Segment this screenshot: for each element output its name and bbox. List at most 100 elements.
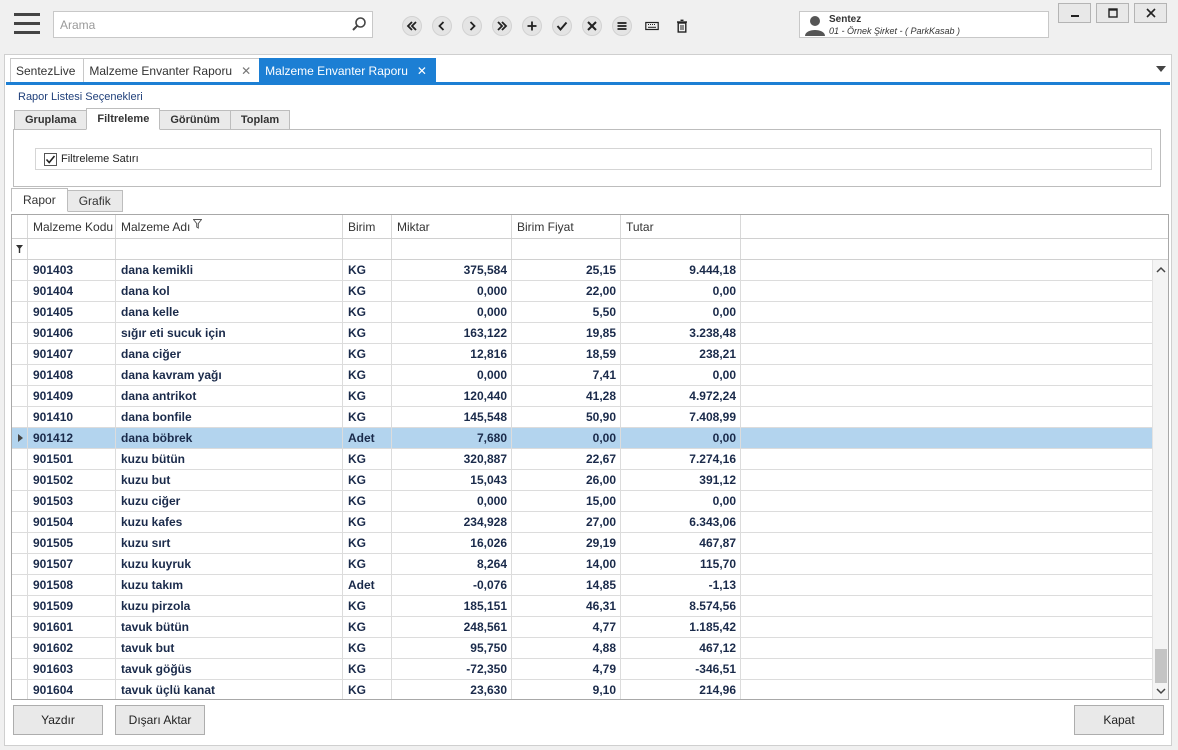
- cell-miktar[interactable]: 234,928: [392, 512, 512, 532]
- cell-birim[interactable]: KG: [343, 260, 392, 280]
- column-header-birim[interactable]: Birim: [343, 215, 392, 238]
- tab-sentezlive[interactable]: SentezLive: [10, 58, 85, 82]
- maximize-button[interactable]: [1096, 3, 1129, 23]
- cell-malzeme-adi[interactable]: sığır eti sucuk için: [116, 323, 343, 343]
- cell-tutar[interactable]: 0,00: [621, 428, 741, 448]
- cell-malzeme-adi[interactable]: dana kol: [116, 281, 343, 301]
- scroll-down-icon[interactable]: [1153, 683, 1168, 699]
- table-row[interactable]: 901412 dana böbrek Adet 7,680 0,00 0,00: [12, 428, 1152, 449]
- cell-birim[interactable]: KG: [343, 554, 392, 574]
- cell-malzeme-kodu[interactable]: 901404: [28, 281, 116, 301]
- cell-malzeme-kodu[interactable]: 901408: [28, 365, 116, 385]
- cell-miktar[interactable]: 248,561: [392, 617, 512, 637]
- row-indicator[interactable]: [12, 680, 28, 699]
- cell-birim-fiyat[interactable]: 15,00: [512, 491, 621, 511]
- filter-cell-birim[interactable]: [343, 239, 392, 259]
- check-icon[interactable]: [552, 16, 572, 36]
- cell-miktar[interactable]: 120,440: [392, 386, 512, 406]
- list-icon[interactable]: [612, 16, 632, 36]
- column-header-malzeme-adi[interactable]: Malzeme Adı: [116, 215, 343, 238]
- cell-malzeme-kodu[interactable]: 901403: [28, 260, 116, 280]
- cell-miktar[interactable]: 23,630: [392, 680, 512, 699]
- tab-gorunum[interactable]: Görünüm: [159, 110, 231, 130]
- table-row[interactable]: 901603 tavuk göğüs KG -72,350 4,79 -346,51: [12, 659, 1152, 680]
- cell-tutar[interactable]: 0,00: [621, 302, 741, 322]
- cell-malzeme-kodu[interactable]: 901503: [28, 491, 116, 511]
- close-icon[interactable]: ✕: [241, 64, 251, 78]
- cell-malzeme-kodu[interactable]: 901406: [28, 323, 116, 343]
- column-header-miktar[interactable]: Miktar: [392, 215, 512, 238]
- row-indicator[interactable]: [12, 407, 28, 427]
- cell-malzeme-adi[interactable]: dana kemikli: [116, 260, 343, 280]
- row-indicator[interactable]: [12, 344, 28, 364]
- cell-birim-fiyat[interactable]: 9,10: [512, 680, 621, 699]
- cell-miktar[interactable]: 0,000: [392, 281, 512, 301]
- row-indicator[interactable]: [12, 617, 28, 637]
- table-row[interactable]: 901406 sığır eti sucuk için KG 163,122 19,85…: [12, 323, 1152, 344]
- cell-malzeme-kodu[interactable]: 901502: [28, 470, 116, 490]
- scroll-up-icon[interactable]: [1153, 261, 1168, 277]
- cell-birim[interactable]: KG: [343, 281, 392, 301]
- tabs-dropdown-icon[interactable]: [1156, 66, 1166, 72]
- cell-miktar[interactable]: 7,680: [392, 428, 512, 448]
- table-row[interactable]: 901507 kuzu kuyruk KG 8,264 14,00 115,70: [12, 554, 1152, 575]
- last-icon[interactable]: [492, 16, 512, 36]
- next-icon[interactable]: [462, 16, 482, 36]
- trash-icon[interactable]: [672, 16, 692, 36]
- cell-malzeme-kodu[interactable]: 901405: [28, 302, 116, 322]
- cell-birim-fiyat[interactable]: 41,28: [512, 386, 621, 406]
- cell-malzeme-kodu[interactable]: 901507: [28, 554, 116, 574]
- cell-miktar[interactable]: 8,264: [392, 554, 512, 574]
- cell-malzeme-kodu[interactable]: 901508: [28, 575, 116, 595]
- table-row[interactable]: 901403 dana kemikli KG 375,584 25,15 9.444,18: [12, 260, 1152, 281]
- cell-tutar[interactable]: -1,13: [621, 575, 741, 595]
- cell-birim[interactable]: Adet: [343, 575, 392, 595]
- cell-birim-fiyat[interactable]: 0,00: [512, 428, 621, 448]
- cell-malzeme-adi[interactable]: kuzu but: [116, 470, 343, 490]
- cell-malzeme-kodu[interactable]: 901601: [28, 617, 116, 637]
- row-indicator[interactable]: [12, 449, 28, 469]
- row-indicator[interactable]: [12, 554, 28, 574]
- row-indicator[interactable]: [12, 386, 28, 406]
- close-button[interactable]: Kapat: [1074, 705, 1164, 735]
- tab-malzeme-envanter-raporu-1[interactable]: Malzeme Envanter Raporu ✕: [83, 58, 261, 82]
- cell-malzeme-kodu[interactable]: 901509: [28, 596, 116, 616]
- filter-cell-tutar[interactable]: [621, 239, 741, 259]
- cell-malzeme-adi[interactable]: kuzu kafes: [116, 512, 343, 532]
- row-indicator[interactable]: [12, 596, 28, 616]
- table-row[interactable]: 901404 dana kol KG 0,000 22,00 0,00: [12, 281, 1152, 302]
- table-row[interactable]: 901409 dana antrikot KG 120,440 41,28 4.972,2…: [12, 386, 1152, 407]
- print-button[interactable]: Yazdır: [13, 705, 103, 735]
- close-icon[interactable]: ✕: [417, 64, 427, 78]
- cell-malzeme-adi[interactable]: kuzu ciğer: [116, 491, 343, 511]
- delete-x-icon[interactable]: [582, 16, 602, 36]
- cell-miktar[interactable]: 185,151: [392, 596, 512, 616]
- scrollbar-thumb[interactable]: [1155, 649, 1167, 683]
- cell-birim[interactable]: KG: [343, 659, 392, 679]
- table-row[interactable]: 901502 kuzu but KG 15,043 26,00 391,12: [12, 470, 1152, 491]
- row-indicator[interactable]: [12, 638, 28, 658]
- table-row[interactable]: 901602 tavuk but KG 95,750 4,88 467,12: [12, 638, 1152, 659]
- cell-birim[interactable]: KG: [343, 344, 392, 364]
- cell-malzeme-adi[interactable]: tavuk bütün: [116, 617, 343, 637]
- table-row[interactable]: 901405 dana kelle KG 0,000 5,50 0,00: [12, 302, 1152, 323]
- cell-miktar[interactable]: 145,548: [392, 407, 512, 427]
- cell-birim-fiyat[interactable]: 14,00: [512, 554, 621, 574]
- user-box[interactable]: Sentez 01 - Örnek Şirket - ( ParkKasab ): [799, 11, 1049, 38]
- close-window-button[interactable]: [1134, 3, 1167, 23]
- cell-miktar[interactable]: 12,816: [392, 344, 512, 364]
- cell-birim-fiyat[interactable]: 7,41: [512, 365, 621, 385]
- cell-malzeme-adi[interactable]: dana böbrek: [116, 428, 343, 448]
- cell-malzeme-kodu[interactable]: 901501: [28, 449, 116, 469]
- table-row[interactable]: 901408 dana kavram yağı KG 0,000 7,41 0,00: [12, 365, 1152, 386]
- filter-cell-miktar[interactable]: [392, 239, 512, 259]
- filter-row-checkbox[interactable]: [44, 152, 57, 166]
- cell-miktar[interactable]: 15,043: [392, 470, 512, 490]
- cell-birim[interactable]: Adet: [343, 428, 392, 448]
- row-indicator[interactable]: [12, 575, 28, 595]
- cell-tutar[interactable]: 467,87: [621, 533, 741, 553]
- cell-tutar[interactable]: 4.972,24: [621, 386, 741, 406]
- cell-birim-fiyat[interactable]: 14,85: [512, 575, 621, 595]
- cell-malzeme-kodu[interactable]: 901602: [28, 638, 116, 658]
- cell-tutar[interactable]: 7.408,99: [621, 407, 741, 427]
